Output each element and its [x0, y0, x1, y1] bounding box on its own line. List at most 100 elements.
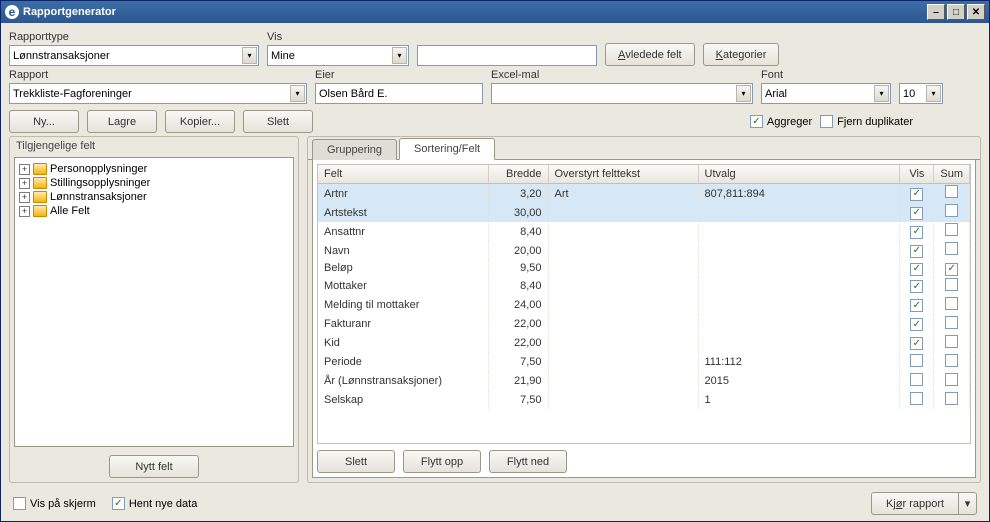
col-overstyrt[interactable]: Overstyrt felttekst	[548, 165, 698, 184]
font-select[interactable]: Arial ▾	[761, 83, 891, 104]
chevron-down-icon: ▾	[392, 47, 407, 64]
table-row[interactable]: Melding til mottaker24,00✓	[318, 296, 970, 315]
app-icon: e	[5, 5, 19, 19]
chevron-down-icon: ▾	[290, 85, 305, 102]
sum-checkbox[interactable]	[945, 335, 958, 348]
tree-item[interactable]: + Stillingsopplysninger	[19, 176, 289, 190]
fjern-duplikater-checkbox[interactable]: Fjern duplikater	[820, 115, 913, 128]
rapporttype-select[interactable]: Lønnstransaksjoner ▾	[9, 45, 259, 66]
sum-checkbox[interactable]	[945, 185, 958, 198]
filter-input[interactable]	[417, 45, 597, 66]
table-row[interactable]: Ansattnr8,40✓	[318, 222, 970, 241]
kategorier-button[interactable]: Kategorier	[703, 43, 780, 66]
tree-item[interactable]: + Lønnstransaksjoner	[19, 190, 289, 204]
excelmal-select[interactable]: ▾	[491, 83, 753, 104]
vis-checkbox[interactable]: ✓	[910, 299, 923, 312]
chevron-down-icon: ▾	[242, 47, 257, 64]
window: e Rapportgenerator – □ ✕ Rapporttype Løn…	[0, 0, 990, 522]
slett-button[interactable]: Slett	[243, 110, 313, 133]
kjor-rapport-dropdown[interactable]: ▾	[959, 492, 977, 515]
table-row[interactable]: Navn20,00✓	[318, 241, 970, 260]
lagre-button[interactable]: Lagre	[87, 110, 157, 133]
folder-icon	[33, 163, 47, 175]
tab-sortering-felt[interactable]: Sortering/Felt	[399, 138, 495, 160]
vis-checkbox[interactable]: ✓	[910, 280, 923, 293]
ny-button[interactable]: Ny...	[9, 110, 79, 133]
table-row[interactable]: Kid22,00✓	[318, 334, 970, 353]
vis-checkbox[interactable]: ✓	[910, 263, 923, 276]
vis-select[interactable]: Mine ▾	[267, 45, 409, 66]
sum-checkbox[interactable]: ✓	[945, 263, 958, 276]
expand-icon[interactable]: +	[19, 192, 30, 203]
table-row[interactable]: Selskap7,501	[318, 391, 970, 410]
vis-checkbox[interactable]: ✓	[910, 318, 923, 331]
sum-checkbox[interactable]	[945, 242, 958, 255]
expand-icon[interactable]: +	[19, 164, 30, 175]
font-label: Font	[761, 69, 891, 81]
tree-item[interactable]: + Personopplysninger	[19, 162, 289, 176]
col-sum[interactable]: Sum	[934, 165, 970, 184]
close-button[interactable]: ✕	[967, 4, 985, 20]
fontsize-select[interactable]: 10 ▾	[899, 83, 943, 104]
table-row[interactable]: Artnr3,20Art807,811:894✓	[318, 184, 970, 204]
tab-gruppering[interactable]: Gruppering	[312, 139, 397, 160]
expand-icon[interactable]: +	[19, 206, 30, 217]
vis-checkbox[interactable]	[910, 373, 923, 386]
window-title: Rapportgenerator	[23, 6, 927, 18]
avledede-felt-button[interactable]: Avledede felt	[605, 43, 695, 66]
flytt-ned-button[interactable]: Flytt ned	[489, 450, 567, 473]
col-vis[interactable]: Vis	[900, 165, 934, 184]
expand-icon[interactable]: +	[19, 178, 30, 189]
rapport-select[interactable]: Trekkliste-Fagforeninger ▾	[9, 83, 307, 104]
vis-checkbox[interactable]	[910, 392, 923, 405]
chevron-down-icon: ▾	[926, 85, 941, 102]
eier-input[interactable]: Olsen Bård E.	[315, 83, 483, 104]
sum-checkbox[interactable]	[945, 373, 958, 386]
vis-checkbox[interactable]: ✓	[910, 337, 923, 350]
sum-checkbox[interactable]	[945, 204, 958, 217]
sum-checkbox[interactable]	[945, 354, 958, 367]
col-felt[interactable]: Felt	[318, 165, 488, 184]
sum-checkbox[interactable]	[945, 278, 958, 291]
slett-row-button[interactable]: Slett	[317, 450, 395, 473]
table-row[interactable]: Periode7,50111:112	[318, 353, 970, 372]
table-row[interactable]: Beløp9,50✓✓	[318, 260, 970, 277]
vis-checkbox[interactable]: ✓	[910, 207, 923, 220]
table-row[interactable]: År (Lønnstransaksjoner)21,902015	[318, 372, 970, 391]
vis-checkbox[interactable]: ✓	[910, 245, 923, 258]
tree-item[interactable]: + Alle Felt	[19, 204, 289, 218]
aggreger-checkbox[interactable]: ✓ Aggreger	[750, 115, 812, 128]
sum-checkbox[interactable]	[945, 392, 958, 405]
chevron-down-icon: ▾	[736, 85, 751, 102]
kjor-rapport-button[interactable]: Kjør rapport	[871, 492, 959, 515]
vis-checkbox[interactable]	[910, 354, 923, 367]
folder-icon	[33, 191, 47, 203]
kopier-button[interactable]: Kopier...	[165, 110, 235, 133]
rapporttype-label: Rapporttype	[9, 31, 259, 43]
sum-checkbox[interactable]	[945, 297, 958, 310]
table-row[interactable]: Fakturanr22,00✓	[318, 315, 970, 334]
sum-checkbox[interactable]	[945, 223, 958, 236]
minimize-button[interactable]: –	[927, 4, 945, 20]
nytt-felt-button[interactable]: Nytt felt	[109, 455, 199, 478]
excelmal-label: Excel-mal	[491, 69, 753, 81]
tilgjengelige-felt-title: Tilgjengelige felt	[10, 137, 298, 155]
hent-nye-data-checkbox[interactable]: ✓ Hent nye data	[112, 497, 198, 510]
titlebar: e Rapportgenerator – □ ✕	[1, 1, 989, 23]
col-bredde[interactable]: Bredde	[488, 165, 548, 184]
table-row[interactable]: Mottaker8,40✓	[318, 277, 970, 296]
folder-icon	[33, 177, 47, 189]
vis-checkbox[interactable]: ✓	[910, 188, 923, 201]
vis-checkbox[interactable]: ✓	[910, 226, 923, 239]
maximize-button[interactable]: □	[947, 4, 965, 20]
felt-grid[interactable]: Felt Bredde Overstyrt felttekst Utvalg V…	[317, 164, 971, 444]
eier-label: Eier	[315, 69, 483, 81]
table-row[interactable]: Artstekst30,00✓	[318, 203, 970, 222]
col-utvalg[interactable]: Utvalg	[698, 165, 900, 184]
vis-label: Vis	[267, 31, 409, 43]
sum-checkbox[interactable]	[945, 316, 958, 329]
vis-pa-skjerm-checkbox[interactable]: Vis på skjerm	[13, 497, 96, 510]
chevron-down-icon: ▾	[874, 85, 889, 102]
flytt-opp-button[interactable]: Flytt opp	[403, 450, 481, 473]
tree-panel: + Personopplysninger + Stillingsopplysni…	[14, 157, 294, 447]
